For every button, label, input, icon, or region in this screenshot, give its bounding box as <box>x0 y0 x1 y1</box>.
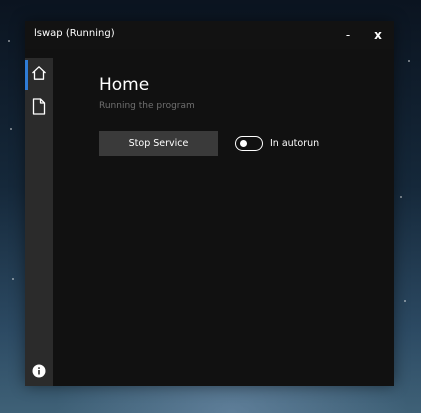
sidebar-item-info[interactable] <box>25 361 53 383</box>
sidebar-item-document[interactable] <box>25 93 53 123</box>
sidebar-item-home[interactable] <box>25 60 53 90</box>
stop-service-button[interactable]: Stop Service <box>99 131 218 156</box>
close-button[interactable]: x <box>367 25 389 45</box>
info-icon <box>32 363 46 382</box>
status-subtitle: Running the program <box>99 101 195 111</box>
sidebar <box>25 58 53 386</box>
autorun-label: In autorun <box>270 138 320 149</box>
autorun-toggle[interactable] <box>235 136 263 151</box>
home-icon <box>31 65 47 85</box>
document-icon <box>32 97 46 119</box>
active-indicator <box>25 60 28 90</box>
title-bar[interactable]: lswap (Running) - x <box>25 21 394 49</box>
minimize-button[interactable]: - <box>337 25 359 45</box>
toggle-knob <box>240 140 247 147</box>
app-window: lswap (Running) - x Home Running the pro… <box>25 21 394 386</box>
page-title: Home <box>99 75 150 95</box>
window-title: lswap (Running) <box>34 28 115 39</box>
